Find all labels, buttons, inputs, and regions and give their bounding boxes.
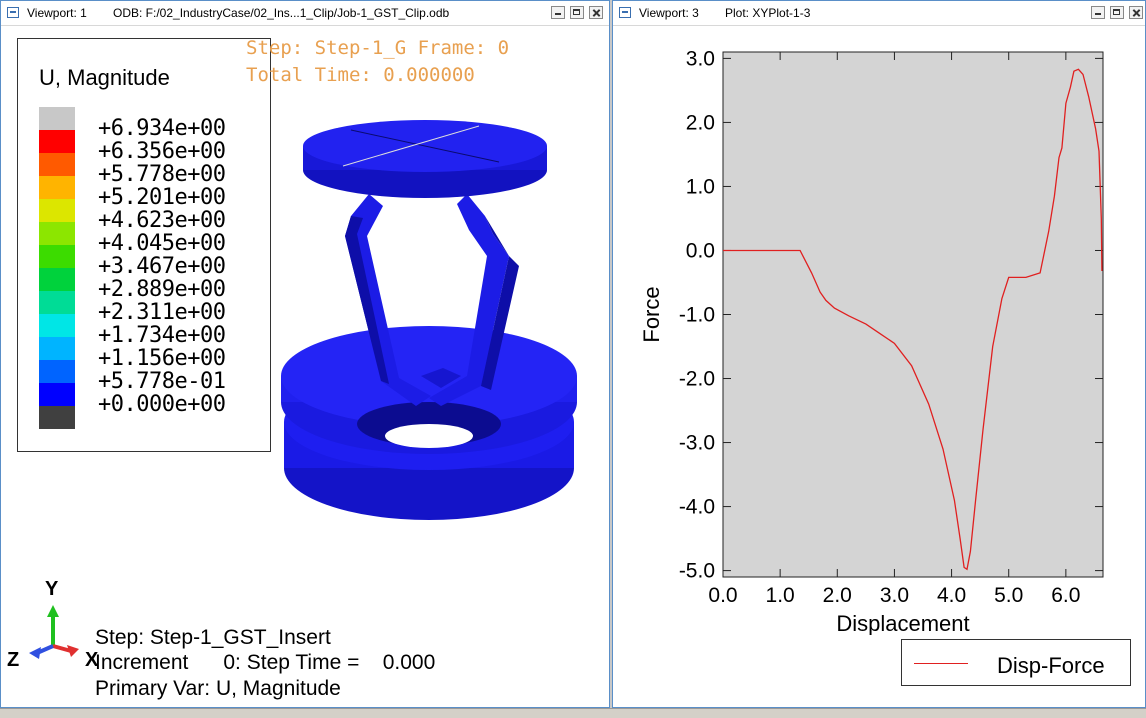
legend-swatch	[39, 337, 75, 360]
primary-var-line: Primary Var: U, Magnitude	[95, 677, 341, 700]
legend-swatch	[39, 268, 75, 291]
close-icon[interactable]	[1129, 6, 1143, 19]
x-tick-label: 4.0	[937, 584, 966, 607]
x-tick-label: 0.0	[708, 584, 737, 607]
legend-value: +1.734e+00	[98, 323, 226, 348]
x-tick-label: 1.0	[766, 584, 795, 607]
window-menu-icon[interactable]	[7, 7, 19, 18]
viewport-3-window[interactable]: Viewport: 3 Plot: XYPlot-1-3 0.0 1.0 2.0 3.…	[612, 0, 1146, 708]
legend-value: +2.889e+00	[98, 277, 226, 302]
odb-path: ODB: F:/02_IndustryCase/02_Ins...1_Clip/…	[113, 6, 450, 20]
y-axis-label: Force	[639, 286, 664, 342]
legend-swatch	[39, 245, 75, 268]
legend-value: +4.045e+00	[98, 231, 226, 256]
legend-swatch	[39, 314, 75, 337]
y-tick-label: -4.0	[679, 496, 715, 519]
legend-swatch	[39, 176, 75, 199]
legend-value: +5.778e+00	[98, 162, 226, 187]
close-icon[interactable]	[589, 6, 603, 19]
legend-value: +6.934e+00	[98, 116, 226, 141]
legend-value: +5.778e-01	[98, 369, 226, 394]
x-axis-label: Displacement	[836, 611, 969, 635]
viewport-1-window[interactable]: Viewport: 1 ODB: F:/02_IndustryCase/02_I…	[0, 0, 610, 708]
legend-value: +5.201e+00	[98, 185, 226, 210]
y-tick-label: 3.0	[686, 47, 715, 70]
legend-swatch	[39, 107, 75, 130]
triad-z-label: Z	[7, 649, 20, 671]
step-frame-label: Step: Step-1_G Frame: 0	[246, 37, 510, 59]
x-tick-label: 5.0	[994, 584, 1023, 607]
x-tick-label: 2.0	[823, 584, 852, 607]
y-tick-label: 1.0	[686, 175, 715, 198]
legend-line-swatch	[914, 663, 968, 664]
legend-swatch	[39, 153, 75, 176]
legend-title: U, Magnitude	[39, 65, 170, 90]
maximize-icon[interactable]	[1110, 6, 1124, 19]
minimize-icon[interactable]	[1091, 6, 1105, 19]
window-menu-icon[interactable]	[619, 7, 631, 18]
plot-name: Plot: XYPlot-1-3	[725, 6, 811, 20]
legend-value: +3.467e+00	[98, 254, 226, 279]
y-tick-label: -3.0	[679, 432, 715, 455]
viewport-3-titlebar[interactable]: Viewport: 3 Plot: XYPlot-1-3	[613, 1, 1145, 26]
legend-series-label: Disp-Force	[997, 653, 1105, 678]
y-tick-label: 2.0	[686, 111, 715, 134]
viewport-1-titlebar[interactable]: Viewport: 1 ODB: F:/02_IndustryCase/02_I…	[1, 1, 609, 26]
orientation-triad-icon	[29, 605, 79, 659]
x-tick-label: 3.0	[880, 584, 909, 607]
legend-value: +6.356e+00	[98, 139, 226, 164]
plot-legend: Disp-Force	[901, 639, 1131, 686]
contour-legend: U, Magnitude +6.934e+00 +6.356e+00 +5.778e…	[17, 38, 271, 452]
legend-swatch	[39, 406, 75, 429]
y-tick-label: 0.0	[686, 239, 715, 262]
y-tick-label: -5.0	[679, 560, 715, 583]
maximize-icon[interactable]	[570, 6, 584, 19]
clip-model-render	[281, 120, 577, 520]
increment-info-line: Increment 0: Step Time = 0.000	[95, 651, 436, 674]
x-tick-label: 6.0	[1051, 584, 1080, 607]
y-tick-label: -2.0	[679, 368, 715, 391]
legend-value: +2.311e+00	[98, 300, 226, 325]
legend-value: +0.000e+00	[98, 392, 226, 417]
viewport-3-title: Viewport: 3	[639, 6, 699, 20]
legend-swatch	[39, 360, 75, 383]
y-tick-label: -1.0	[679, 304, 715, 327]
total-time-label: Total Time: 0.000000	[246, 64, 475, 86]
viewport-1-title: Viewport: 1	[27, 6, 87, 20]
triad-y-label: Y	[45, 578, 59, 600]
plot-area	[722, 51, 1104, 578]
legend-swatch	[39, 130, 75, 153]
xy-plot: 0.0 1.0 2.0 3.0 4.0 5.0 6.0 3.0 2.0 1.0 0.0 -1.0 -2.…	[639, 47, 1104, 635]
step-info-line: Step: Step-1_GST_Insert	[95, 626, 331, 649]
legend-swatch	[39, 199, 75, 222]
legend-swatch	[39, 222, 75, 245]
legend-value: +4.623e+00	[98, 208, 226, 233]
minimize-icon[interactable]	[551, 6, 565, 19]
legend-swatch	[39, 383, 75, 406]
legend-value: +1.156e+00	[98, 346, 226, 371]
legend-swatch	[39, 291, 75, 314]
